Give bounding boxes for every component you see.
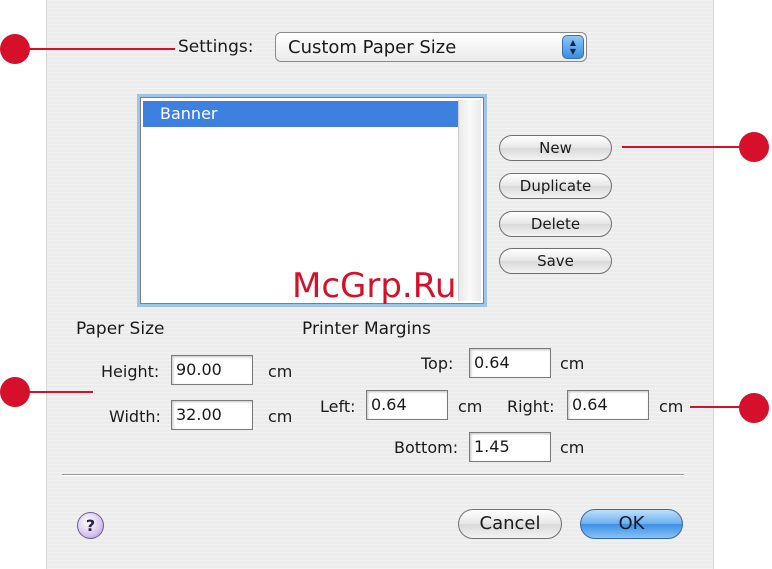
right-unit: cm xyxy=(659,397,684,416)
settings-popup-value: Custom Paper Size xyxy=(288,37,457,58)
callout-dot-buttons xyxy=(739,132,769,162)
settings-popup[interactable]: Custom Paper Size ▲ ▼ xyxy=(275,32,587,62)
left-margin-field[interactable]: 0.64 xyxy=(366,390,448,420)
top-margin-field[interactable]: 0.64 xyxy=(469,348,551,378)
right-margin-field[interactable]: 0.64 xyxy=(567,390,649,420)
bottom-unit: cm xyxy=(560,438,585,457)
save-button[interactable]: Save xyxy=(499,248,612,274)
width-label: Width: xyxy=(109,407,161,426)
height-label: Height: xyxy=(101,362,160,381)
separator xyxy=(62,474,684,476)
paper-size-header: Paper Size xyxy=(76,319,165,339)
duplicate-button[interactable]: Duplicate xyxy=(499,173,612,199)
settings-label: Settings: xyxy=(178,37,254,57)
height-field[interactable]: 90.00 xyxy=(171,355,253,385)
callout-dot-paper-size xyxy=(0,377,30,407)
callout-dot-margins xyxy=(739,393,769,423)
callout-line-settings xyxy=(28,48,175,50)
bottom-label: Bottom: xyxy=(394,438,459,457)
new-button[interactable]: New xyxy=(499,135,612,161)
updown-arrows-icon: ▲ ▼ xyxy=(562,35,584,59)
watermark: McGrp.Ru xyxy=(292,266,457,306)
callout-dot-settings xyxy=(0,34,30,64)
callout-line-paper-size xyxy=(28,391,93,393)
width-unit: cm xyxy=(268,407,293,426)
ok-button[interactable]: OK xyxy=(580,509,683,539)
callout-line-buttons xyxy=(622,146,742,148)
cancel-button[interactable]: Cancel xyxy=(458,509,562,539)
delete-button[interactable]: Delete xyxy=(499,211,612,237)
height-unit: cm xyxy=(268,362,293,381)
printer-margins-header: Printer Margins xyxy=(302,319,431,339)
list-item[interactable]: Banner xyxy=(143,101,459,127)
help-button[interactable]: ? xyxy=(77,512,104,539)
width-field[interactable]: 32.00 xyxy=(171,400,253,430)
bottom-margin-field[interactable]: 1.45 xyxy=(469,432,551,462)
left-unit: cm xyxy=(458,397,483,416)
top-unit: cm xyxy=(560,354,585,373)
right-label: Right: xyxy=(507,397,555,416)
left-label: Left: xyxy=(320,397,356,416)
callout-line-margins xyxy=(690,406,742,408)
list-scrollbar[interactable] xyxy=(458,100,481,301)
top-label: Top: xyxy=(421,354,454,373)
